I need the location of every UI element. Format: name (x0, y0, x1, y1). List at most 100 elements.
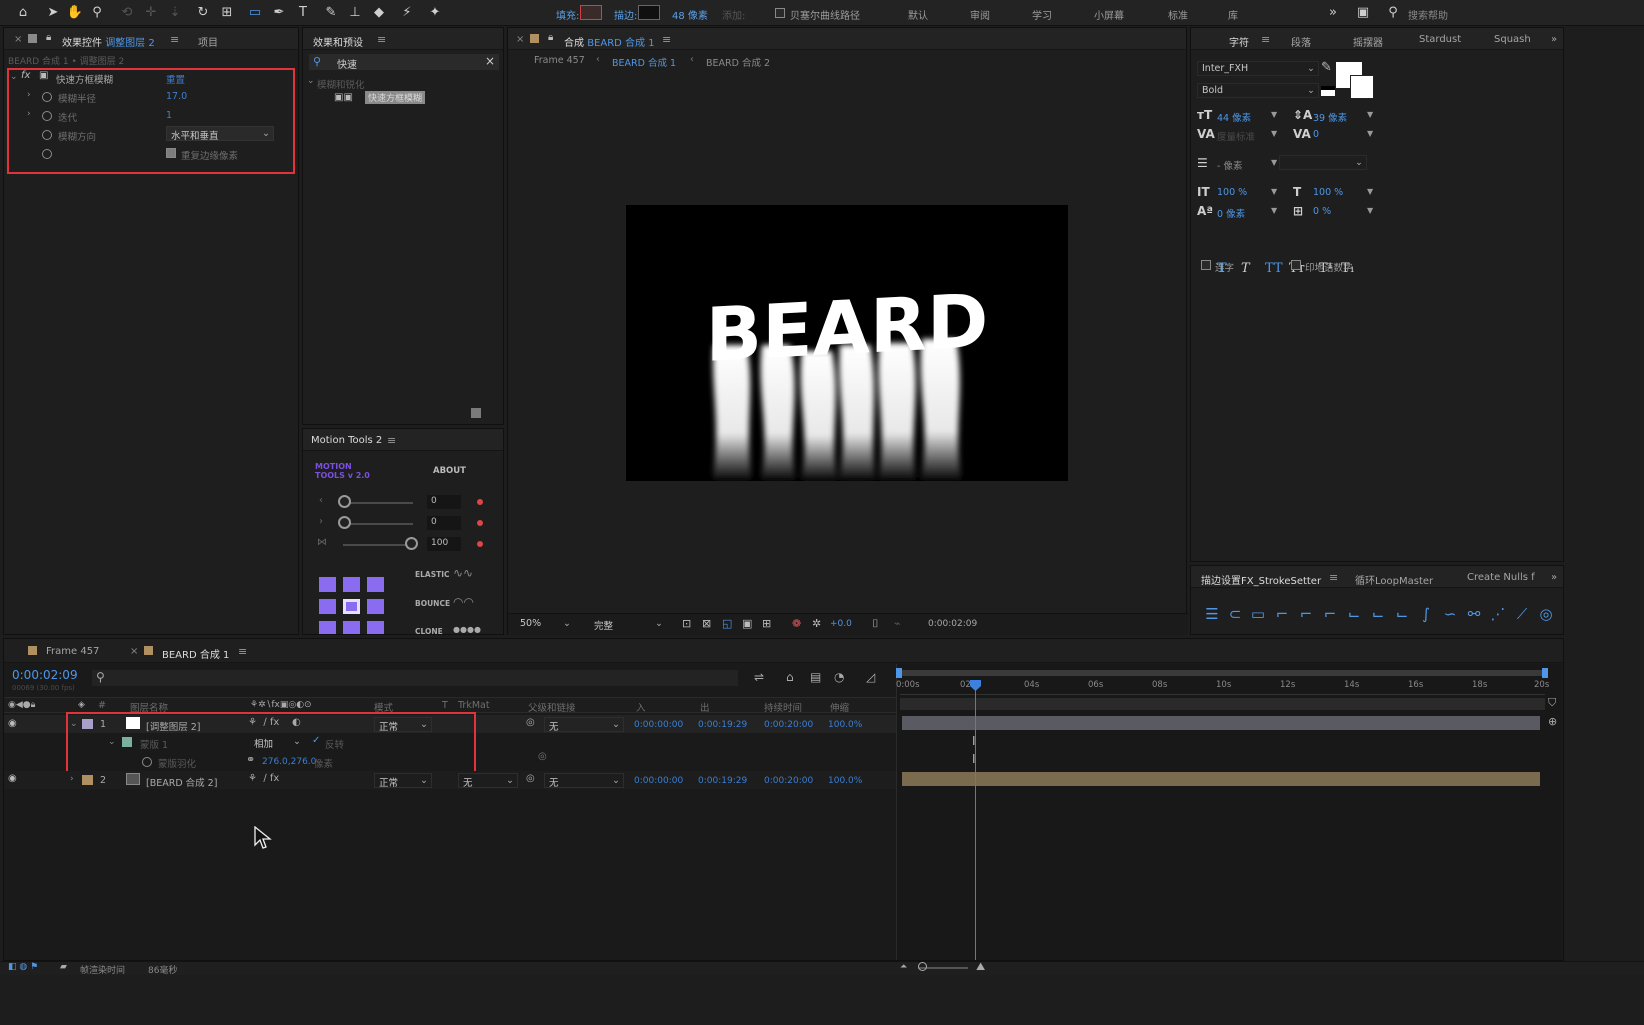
breadcrumb-comp1[interactable]: BEARD 合成 1 (612, 55, 676, 69)
layer-out[interactable]: 0:00:19:29 (698, 776, 747, 786)
layer-duration[interactable]: 0:00:20:00 (764, 720, 813, 730)
pick-whip-icon[interactable]: ◎ (526, 717, 535, 728)
stroke-join-miter-icon[interactable]: ⌐ (1272, 604, 1292, 624)
show-snapshot-icon[interactable]: ⌁ (894, 617, 901, 630)
font-size-value[interactable]: 44 像素 (1217, 110, 1251, 124)
panel-lock-icon[interactable] (28, 34, 37, 43)
draft-3d-icon[interactable]: ⇌ (754, 670, 764, 684)
orbit-tool-icon[interactable]: ⟲ (118, 4, 136, 22)
status-icons[interactable]: ◧ ◍ ⚑ (8, 962, 38, 972)
fast-preview-icon[interactable]: ⊡ (682, 617, 691, 630)
zoom-out-icon[interactable]: ⏶ (900, 962, 907, 972)
chevron-down-icon[interactable]: ▼ (1367, 187, 1373, 196)
tab-project[interactable]: 项目 (198, 34, 218, 49)
faux-italic-button[interactable]: T (1241, 261, 1250, 276)
layer-in[interactable]: 0:00:00:00 (634, 776, 683, 786)
panel-menu-icon[interactable]: ≡ (662, 33, 671, 46)
horizontal-scale-value[interactable]: 100 % (1313, 187, 1343, 198)
layer-mode-dropdown[interactable]: 正常 ⌄ (374, 773, 432, 789)
stroke-cap-round-icon[interactable]: ⊂ (1225, 604, 1245, 624)
elastic-button[interactable]: ELASTIC (415, 570, 450, 579)
visibility-eye-icon[interactable]: ◉ (8, 773, 17, 784)
close-icon[interactable]: × (516, 34, 524, 45)
snapshot-icon[interactable]: ⌷ (872, 617, 879, 631)
selection-tool-icon[interactable]: ➤ (44, 4, 62, 22)
category-label[interactable]: 模糊和锐化 (317, 77, 365, 91)
eyedropper-icon[interactable]: ✎ (1321, 60, 1332, 75)
tab-effect-controls[interactable]: 效果控件 调整图层 2 (62, 34, 155, 49)
ease-out-slider[interactable] (338, 516, 351, 529)
stroke-width-value[interactable]: - 像素 (1217, 158, 1242, 172)
stroke-link-icon[interactable]: ⚯ (1464, 604, 1484, 624)
comp-marker-icon[interactable]: ⛉ (1548, 696, 1556, 710)
vertical-scale-value[interactable]: 100 % (1217, 187, 1247, 198)
layer-bar-1[interactable] (902, 716, 1540, 730)
type-tool-icon[interactable]: T (294, 4, 312, 22)
zoom-tool-icon[interactable]: ⚲ (88, 4, 106, 22)
stroke-wave-icon[interactable]: ∽ (1440, 604, 1460, 624)
panel-menu-icon[interactable]: ≡ (238, 645, 247, 658)
stroke-line-icon[interactable]: ⟋ (1512, 604, 1532, 624)
font-family-dropdown[interactable]: Inter_FXH ⌄ (1197, 61, 1319, 76)
tab-loop-master[interactable]: 循环LoopMaster (1355, 572, 1433, 587)
effect-list-item[interactable]: 快速方框模糊 (365, 91, 426, 104)
parent-dropdown[interactable]: 无 ⌄ (544, 717, 624, 733)
stroke-info-icon[interactable]: ◎ (1536, 604, 1556, 624)
keyframe-dot[interactable] (477, 499, 483, 505)
hindi-digits-checkbox[interactable] (1291, 260, 1301, 270)
layer-name[interactable]: [BEARD 合成 2] (146, 775, 217, 789)
kerning-value[interactable]: 度量标准 (1217, 129, 1255, 143)
tab-wiggler[interactable]: 摇摆器 (1353, 34, 1383, 49)
chevron-down-icon[interactable]: ▼ (1271, 206, 1277, 215)
exposure-icon[interactable]: ✲ (812, 617, 821, 630)
font-style-dropdown[interactable]: Bold ⌄ (1197, 83, 1319, 98)
all-caps-button[interactable]: TT (1265, 261, 1283, 276)
stroke-width-value[interactable]: 48 像素 (672, 7, 708, 22)
leading-value[interactable]: 39 像素 (1313, 110, 1347, 124)
eraser-tool-icon[interactable]: ◆ (370, 4, 388, 22)
frame-blending-icon[interactable]: ▤ (810, 670, 821, 684)
panel-menu-icon[interactable]: ≡ (377, 33, 386, 46)
layer-switches-icon[interactable]: ⚘ ∕ fx (248, 773, 279, 784)
pick-whip-icon[interactable]: ◎ (526, 773, 535, 784)
playhead-line[interactable] (975, 684, 976, 960)
layer-in[interactable]: 0:00:00:00 (634, 720, 683, 730)
layer-stretch[interactable]: 100.0% (828, 720, 862, 730)
lock-icon[interactable]: 🔒︎ (548, 32, 553, 43)
layer-marker-icon[interactable]: ⊕ (1548, 715, 1557, 728)
tab-stardust[interactable]: Stardust (1419, 34, 1461, 45)
chevron-down-icon[interactable]: ▼ (1367, 129, 1373, 138)
close-icon[interactable]: × (130, 646, 138, 657)
layer-expand-chevron-icon[interactable]: › (70, 774, 74, 784)
bounce-button[interactable]: BOUNCE (415, 599, 450, 608)
pen-tool-icon[interactable]: ✒ (270, 4, 288, 22)
expression-pickwhip-icon[interactable]: ◎ (538, 751, 547, 762)
clone-button[interactable]: CLONE (415, 627, 443, 634)
bezier-checkbox[interactable] (775, 8, 785, 18)
resolution-dropdown[interactable]: 完整 ⌄ (590, 617, 666, 632)
dolly-tool-icon[interactable]: ⇣ (166, 4, 184, 22)
effects-search-field[interactable]: ⚲ 快速 × (309, 54, 499, 71)
stroke-corner-icon[interactable]: ⌙ (1344, 604, 1364, 624)
move-tool-icon[interactable]: ✛ (142, 4, 160, 22)
stroke-curve-icon[interactable]: ∫ (1416, 604, 1436, 624)
chevron-down-icon[interactable]: ▼ (1367, 206, 1373, 215)
ease-in-value[interactable]: 0 (427, 495, 461, 509)
puppet-pin-tool-icon[interactable]: ✦ (426, 4, 444, 22)
rectangle-tool-icon[interactable]: ▭ (246, 4, 264, 22)
composition-viewer[interactable]: BEARD (626, 205, 1068, 481)
tab-paragraph[interactable]: 段落 (1291, 34, 1311, 49)
workspace-sync-icon[interactable]: ▣ (1354, 4, 1372, 22)
chevron-down-icon[interactable]: ▼ (1271, 187, 1277, 196)
anchor-grid[interactable] (319, 577, 389, 634)
layer-label-color[interactable] (82, 775, 93, 785)
baseline-shift-value[interactable]: 0 像素 (1217, 206, 1245, 220)
tab-beard-comp-1[interactable]: BEARD 合成 1 (162, 646, 229, 661)
panel-overflow-icon[interactable]: » (1551, 34, 1557, 45)
stroke-color-swatch[interactable] (1350, 75, 1374, 99)
chevron-down-icon[interactable]: ▼ (1367, 110, 1373, 119)
tab-character[interactable]: 字符 (1229, 34, 1249, 49)
pan-behind-tool-icon[interactable]: ⊞ (218, 4, 236, 22)
workspace-learn[interactable]: 学习 (1032, 7, 1052, 22)
workspace-overflow-icon[interactable]: » (1324, 4, 1342, 22)
